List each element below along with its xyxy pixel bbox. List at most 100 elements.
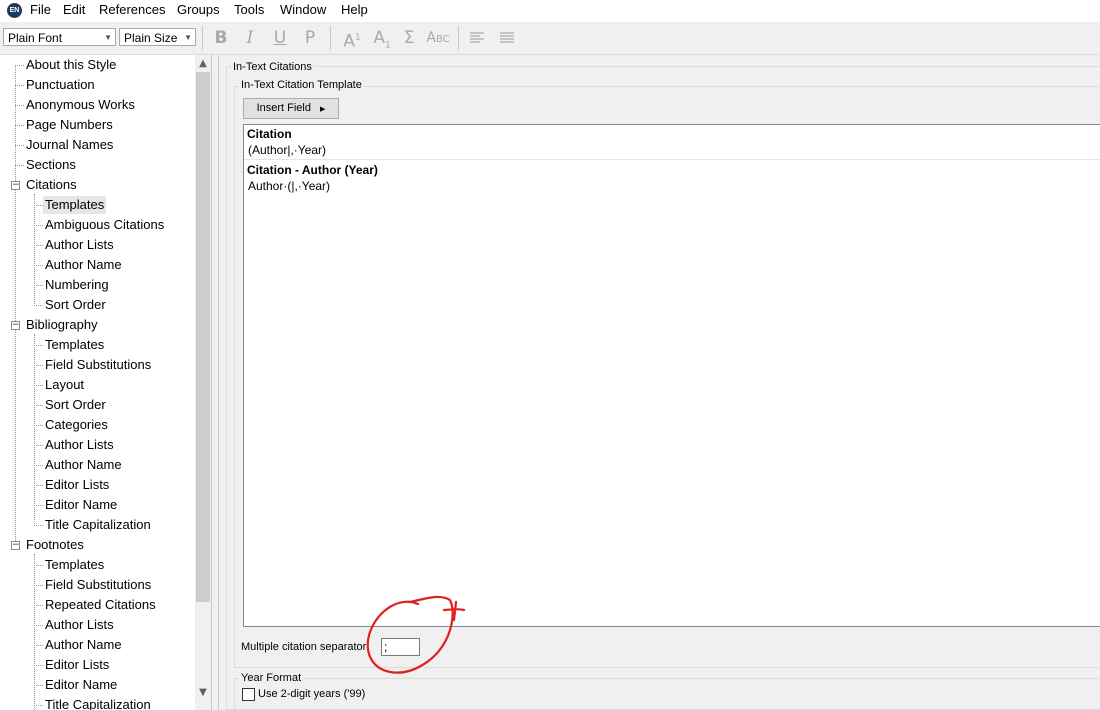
citation-heading: Citation: [247, 127, 292, 141]
size-select-value: Plain Size: [124, 31, 178, 45]
tree-item-citations[interactable]: Citations: [26, 176, 77, 194]
bold-button[interactable]: B: [211, 26, 231, 50]
tree-connector: [34, 245, 43, 246]
align-justify-icon: [500, 32, 514, 43]
tree-item-sections[interactable]: Sections: [26, 156, 76, 174]
tree-connector: [34, 525, 43, 526]
tree-connector: [34, 685, 43, 686]
underline-button[interactable]: U: [270, 26, 290, 50]
tree-item-numbering[interactable]: Numbering: [45, 276, 109, 294]
font-select[interactable]: Plain Font ▼: [3, 28, 116, 46]
tree-item-anonymous-works[interactable]: Anonymous Works: [26, 96, 135, 114]
tree-item-punctuation[interactable]: Punctuation: [26, 76, 95, 94]
tree-item-bibliography-editor-lists[interactable]: Editor Lists: [45, 476, 109, 494]
menu-references[interactable]: References: [99, 2, 165, 17]
tree-item-footnotes-author-name[interactable]: Author Name: [45, 636, 122, 654]
year-format-title: Year Format: [239, 672, 304, 684]
menu-bar: EN File Edit References Groups Tools Win…: [0, 0, 1100, 22]
scroll-down-icon[interactable]: ▼: [197, 687, 209, 699]
tree-item-citations-author-name[interactable]: Author Name: [45, 256, 122, 274]
annotation-circle: [366, 595, 466, 674]
citation-template-editor[interactable]: Citation (Author|,·Year) Citation - Auth…: [243, 124, 1100, 627]
tree-connector: [34, 485, 43, 486]
italic-button[interactable]: I: [240, 26, 260, 50]
separator-label: Multiple citation separator:: [241, 641, 370, 653]
two-digit-year-checkbox[interactable]: [242, 688, 255, 701]
tree-connector: [15, 65, 24, 66]
tree-connector: [34, 205, 43, 206]
menu-file[interactable]: File: [30, 2, 51, 17]
tree-item-layout[interactable]: Layout: [45, 376, 84, 394]
menu-edit[interactable]: Edit: [63, 2, 85, 17]
tree-item-footnotes-title-capitalization[interactable]: Title Capitalization: [45, 696, 151, 710]
tree-item-bibliography[interactable]: Bibliography: [26, 316, 98, 334]
tree-connector: [34, 585, 43, 586]
tree-item-citations-sort-order[interactable]: Sort Order: [45, 296, 106, 314]
tree-item-bibliography-field-substitutions[interactable]: Field Substitutions: [45, 356, 151, 374]
tree-item-footnotes-field-substitutions[interactable]: Field Substitutions: [45, 576, 151, 594]
tree-item-bibliography-templates[interactable]: Templates: [45, 336, 104, 354]
tree-item-bibliography-author-lists[interactable]: Author Lists: [45, 436, 114, 454]
symbol-button[interactable]: Σ: [399, 26, 419, 50]
citation-author-year-template-text[interactable]: Author·(|,·Year): [248, 179, 330, 193]
menu-tools[interactable]: Tools: [234, 2, 264, 17]
menu-window[interactable]: Window: [280, 2, 326, 17]
tree-item-bibliography-author-name[interactable]: Author Name: [45, 456, 122, 474]
tree-connector: [34, 334, 35, 526]
tree-item-footnotes[interactable]: Footnotes: [26, 536, 84, 554]
tree-connector: [34, 385, 43, 386]
template-divider: [244, 159, 1100, 160]
scroll-up-icon[interactable]: ▲: [197, 58, 209, 70]
justify-button[interactable]: [498, 26, 516, 50]
tree-connector: [15, 125, 24, 126]
superscript-mark: 1: [354, 33, 361, 43]
align-left-icon: [470, 32, 484, 43]
tree-item-footnotes-editor-name[interactable]: Editor Name: [45, 676, 117, 694]
tree-item-footnotes-editor-lists[interactable]: Editor Lists: [45, 656, 109, 674]
tree-connector: [15, 85, 24, 86]
tree-item-bibliography-editor-name[interactable]: Editor Name: [45, 496, 117, 514]
size-select[interactable]: Plain Size ▼: [119, 28, 196, 46]
tree-item-citations-author-lists[interactable]: Author Lists: [45, 236, 114, 254]
collapse-icon[interactable]: −: [11, 321, 20, 330]
tree-item-repeated-citations[interactable]: Repeated Citations: [45, 596, 156, 614]
tree-item-footnotes-author-lists[interactable]: Author Lists: [45, 616, 114, 634]
two-digit-year-label: Use 2-digit years ('99): [258, 688, 366, 700]
tree-item-citations-templates[interactable]: Templates: [43, 196, 107, 214]
tree-scrollbar-thumb[interactable]: [196, 72, 210, 602]
insert-field-label: Insert Field: [256, 102, 311, 114]
superscript-button[interactable]: A1: [340, 26, 364, 52]
tree-item-page-numbers[interactable]: Page Numbers: [26, 116, 113, 134]
tree-connector: [34, 705, 43, 706]
subscript-button[interactable]: A1: [370, 26, 394, 50]
tree-item-footnotes-templates[interactable]: Templates: [45, 556, 104, 574]
tree-connector: [15, 145, 24, 146]
tree-connector: [34, 465, 43, 466]
tree-item-bibliography-sort-order[interactable]: Sort Order: [45, 396, 106, 414]
collapse-icon[interactable]: −: [11, 181, 20, 190]
plain-button[interactable]: P: [300, 26, 320, 50]
citation-template-text[interactable]: (Author|,·Year): [248, 143, 326, 157]
tree-item-bibliography-title-capitalization[interactable]: Title Capitalization: [45, 516, 151, 534]
small-caps-button[interactable]: Abc: [423, 26, 453, 50]
insert-field-button[interactable]: Insert Field ▶: [243, 98, 339, 119]
subscript-letter: A: [373, 28, 385, 48]
collapse-icon[interactable]: −: [11, 541, 20, 550]
tree-item-ambiguous-citations[interactable]: Ambiguous Citations: [45, 216, 164, 234]
tree-connector: [34, 425, 43, 426]
tree-connector: [34, 194, 35, 306]
tree-item-categories[interactable]: Categories: [45, 416, 108, 434]
tree-item-about-this-style[interactable]: About this Style: [26, 56, 116, 74]
template-group-title: In-Text Citation Template: [239, 79, 364, 91]
toolbar-divider: [202, 26, 203, 50]
tree-connector: [34, 405, 43, 406]
tree-connector: [34, 365, 43, 366]
menu-groups[interactable]: Groups: [177, 2, 220, 17]
subscript-mark: 1: [384, 40, 391, 51]
align-left-button[interactable]: [468, 26, 486, 50]
menu-help[interactable]: Help: [341, 2, 368, 17]
tree-connector: [34, 345, 43, 346]
tree-item-journal-names[interactable]: Journal Names: [26, 136, 113, 154]
toolbar-divider: [458, 26, 459, 50]
endnote-logo-icon: EN: [7, 3, 22, 18]
